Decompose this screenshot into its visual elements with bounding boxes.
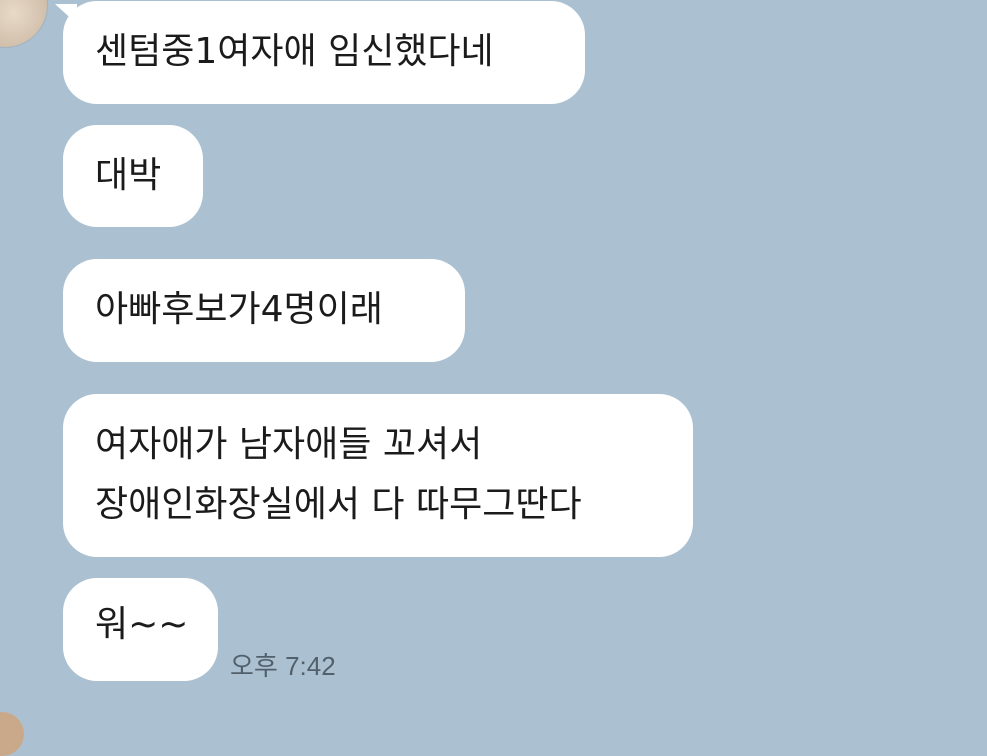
next-sender-avatar[interactable] [0, 712, 24, 756]
message-bubble[interactable]: 센텀중1여자애 임신했다네 [63, 1, 585, 104]
message-timestamp: 오후 7:42 [230, 651, 336, 681]
message-text: 센텀중1여자애 임신했다네 [95, 31, 494, 72]
message-bubble[interactable]: 대박 [63, 125, 203, 227]
message-text: 여자애가 남자애들 꼬셔서 [95, 424, 483, 465]
message-text: 대박 [95, 155, 162, 196]
message-bubble[interactable]: 여자애가 남자애들 꼬셔서 장애인화장실에서 다 따무그딴다 [63, 394, 693, 557]
message-text: 아빠후보가4명이래 [95, 289, 383, 330]
message-bubble[interactable]: 아빠후보가4명이래 [63, 259, 465, 362]
message-text: 워~~ [95, 604, 189, 645]
message-bubble[interactable]: 워~~ [63, 578, 218, 681]
sender-avatar[interactable] [0, 0, 48, 48]
message-text: 장애인화장실에서 다 따무그딴다 [95, 484, 582, 525]
